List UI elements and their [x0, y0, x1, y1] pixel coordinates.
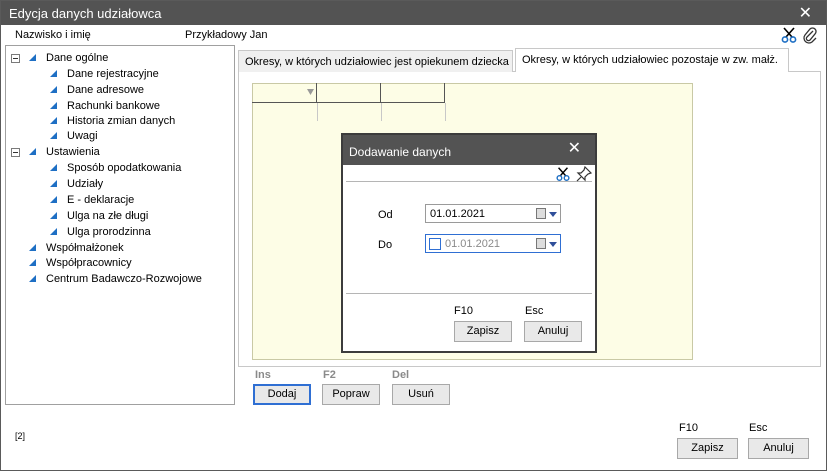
triangle-icon — [50, 102, 57, 109]
grid-line — [445, 103, 446, 121]
tab-opiekun-dziecka[interactable]: Okresy, w których udziałowiec jest opiek… — [238, 50, 513, 72]
tree-item-label: Dane rejestracyjne — [67, 68, 159, 80]
dialog-cancel-button[interactable]: Anuluj — [524, 321, 582, 342]
add-button[interactable]: Dodaj — [253, 384, 311, 405]
triangle-icon — [50, 228, 57, 235]
dialog-titlebar: Dodawanie danych ✕ — [343, 135, 595, 165]
triangle-icon — [50, 117, 57, 124]
triangle-icon — [29, 54, 36, 61]
expander-dane-ogolne[interactable] — [11, 54, 20, 63]
grid-header-cell-3[interactable] — [381, 83, 445, 103]
tree-item-label: Sposób opodatkowania — [67, 162, 182, 174]
from-date-value: 01.01.2021 — [430, 208, 486, 220]
triangle-icon — [29, 275, 36, 282]
window-titlebar: Edycja danych udziałowca ✕ — [1, 1, 826, 25]
chevron-down-icon[interactable] — [549, 242, 557, 247]
triangle-icon — [50, 132, 57, 139]
filter-icon[interactable] — [307, 89, 314, 96]
window-title: Edycja danych udziałowca — [9, 6, 162, 21]
dialog-separator — [346, 293, 592, 294]
key-esc: Esc — [749, 422, 768, 434]
to-date-value: 01.01.2021 — [445, 238, 501, 250]
close-icon[interactable]: ✕ — [568, 138, 581, 158]
tab-zw-malz[interactable]: Okresy, w których udziałowiec pozostaje … — [515, 48, 789, 72]
tree-item-label: Dane adresowe — [67, 84, 145, 96]
tree-item-label: Udziały — [67, 178, 104, 190]
triangle-icon — [29, 244, 36, 251]
triangle-icon — [50, 86, 57, 93]
name-label: Nazwisko i imię — [15, 29, 91, 41]
tree-item-label: Rachunki bankowe — [67, 100, 160, 112]
tree-item-label: Centrum Badawczo-Rozwojowe — [46, 273, 202, 285]
from-date-field[interactable]: 01.01.2021 — [425, 204, 561, 223]
paperclip-icon[interactable] — [801, 26, 819, 44]
pin-icon[interactable] — [576, 166, 592, 182]
key-ins: Ins — [255, 369, 271, 381]
tree-item-label: Współmałżonek — [46, 242, 124, 254]
triangle-icon — [29, 259, 36, 266]
tree-item-label: Współpracownicy — [46, 257, 132, 269]
tree-item-label: Uwagi — [67, 130, 98, 142]
from-label: Od — [378, 209, 393, 221]
to-date-field[interactable]: 01.01.2021 — [425, 234, 561, 253]
to-label: Do — [378, 239, 393, 251]
delete-button[interactable]: Usuń — [392, 384, 450, 405]
triangle-icon — [29, 148, 36, 155]
add-data-dialog: Dodawanie danych ✕ Od 01.01.2021 Do 01.0… — [341, 133, 597, 353]
tree-item-label: Ulga na złe długi — [67, 210, 149, 222]
edit-button[interactable]: Popraw — [322, 384, 380, 405]
grid-header-cell-2[interactable] — [317, 83, 381, 103]
save-button[interactable]: Zapisz — [677, 438, 738, 459]
key-f2: F2 — [323, 369, 336, 381]
calendar-icon[interactable] — [536, 238, 546, 249]
grid-line — [381, 103, 382, 121]
triangle-icon — [50, 180, 57, 187]
scissors-icon[interactable] — [555, 166, 571, 182]
status-indicator: [2] — [15, 431, 26, 441]
cancel-button[interactable]: Anuluj — [748, 438, 809, 459]
triangle-icon — [50, 212, 57, 219]
tree-item-label: E - deklaracje — [67, 194, 135, 206]
scissors-icon[interactable] — [780, 26, 798, 44]
to-date-checkbox[interactable] — [429, 238, 441, 250]
key-f10: F10 — [679, 422, 698, 434]
tree-group-label: Dane ogólne — [46, 52, 109, 64]
key-del: Del — [392, 369, 410, 381]
calendar-icon[interactable] — [536, 208, 546, 219]
expander-ustawienia[interactable] — [11, 148, 20, 157]
tree-group-label: Ustawienia — [46, 146, 100, 158]
chevron-down-icon[interactable] — [549, 212, 557, 217]
navigation-tree — [5, 45, 235, 405]
grid-header-cell-1[interactable] — [252, 83, 317, 103]
dialog-key-esc: Esc — [525, 305, 544, 317]
grid-line — [317, 103, 318, 121]
dialog-key-f10: F10 — [454, 305, 473, 317]
triangle-icon — [50, 164, 57, 171]
dialog-title: Dodawanie danych — [349, 145, 452, 159]
tree-item-label: Historia zmian danych — [67, 115, 176, 127]
dialog-save-button[interactable]: Zapisz — [454, 321, 512, 342]
tree-item-label: Ulga prorodzinna — [67, 226, 151, 238]
name-value: Przykładowy Jan — [185, 29, 268, 41]
triangle-icon — [50, 70, 57, 77]
close-icon[interactable]: ✕ — [799, 3, 812, 23]
triangle-icon — [50, 196, 57, 203]
